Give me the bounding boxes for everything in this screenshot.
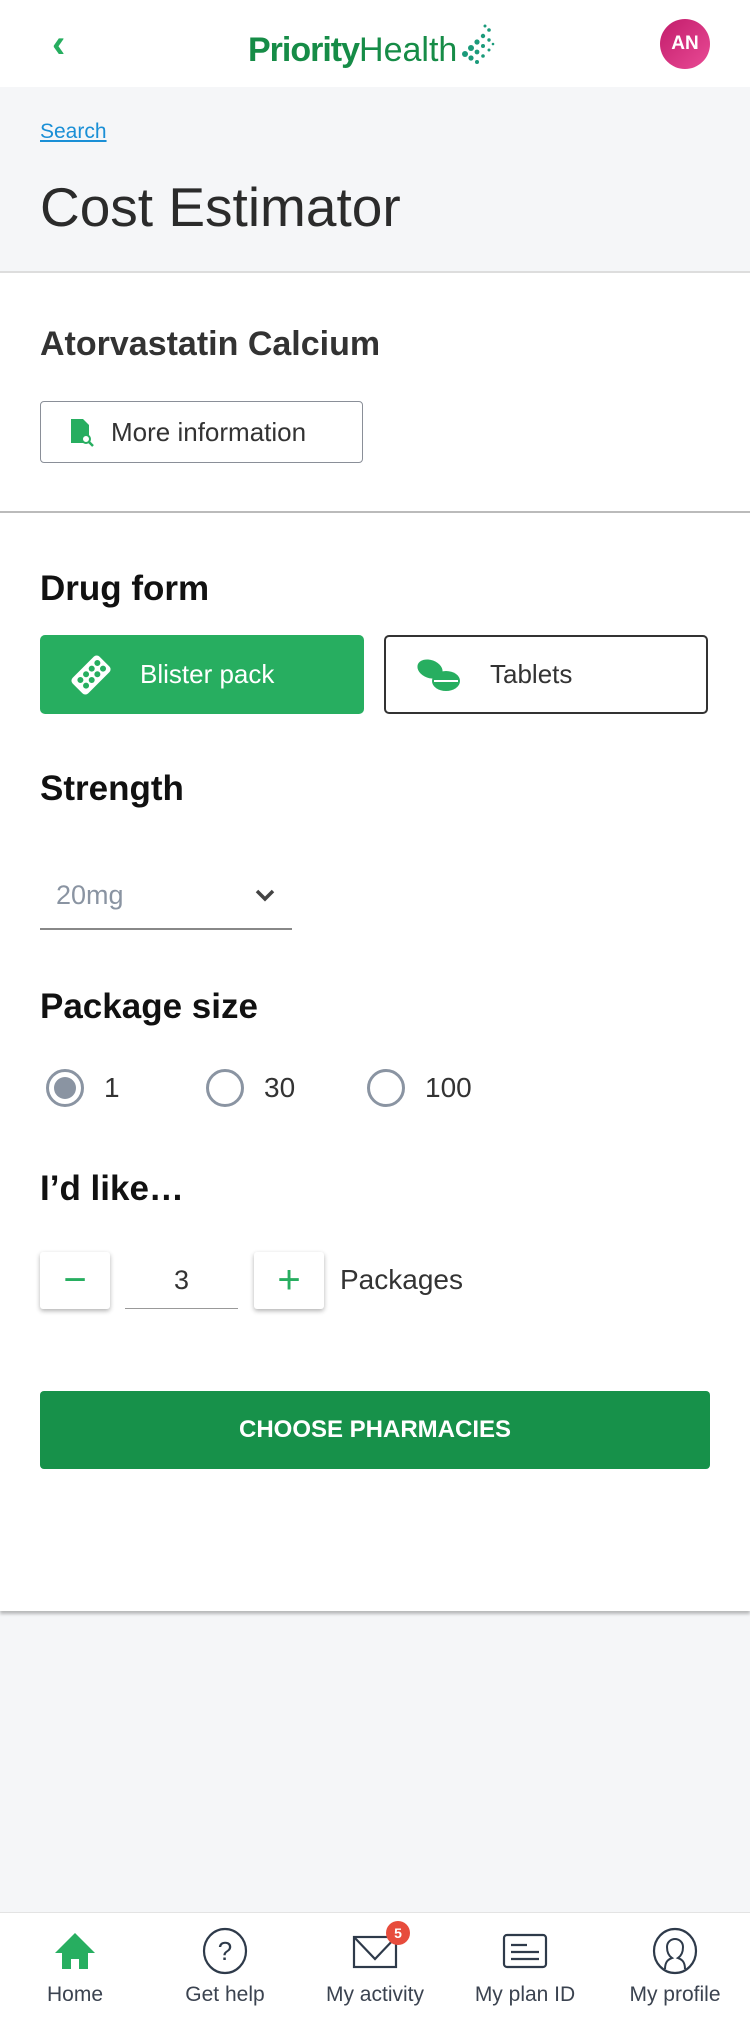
nav-label: Get help [185,1983,265,2006]
avatar[interactable]: AN [660,19,710,69]
quantity-label: I’d like… [40,1169,184,1208]
home-icon [55,1933,95,1969]
tablets-icon [417,658,460,691]
decrement-button[interactable]: − [40,1252,110,1309]
breadcrumb-search-link[interactable]: Search [40,120,107,144]
radio-label: 100 [425,1072,472,1103]
strength-value: 20mg [56,879,124,910]
bottom-nav: Home ? Get help 5 My activity My plan ID… [0,1912,750,2020]
more-information-label: More information [111,416,307,447]
radio-icon [367,1069,405,1107]
back-chevron-icon[interactable]: ‹ [52,24,65,64]
chevron-down-icon [255,889,275,902]
package-size-label: Package size [40,987,258,1026]
tablets-option[interactable]: Tablets [384,635,708,714]
radio-label: 1 [104,1072,120,1103]
nav-label: My activity [325,1983,424,2006]
blister-pack-icon [71,654,111,695]
logo-text-bold: Priority [248,31,360,69]
nav-my-activity[interactable]: 5 My activity [300,1913,450,2020]
svg-text:?: ? [218,1936,232,1966]
id-card-icon [502,1933,548,1969]
tablets-label: Tablets [490,659,573,689]
app-header: ‹ Priority Health AN [0,0,750,87]
radio-selected-icon [46,1069,84,1107]
package-size-radio-100[interactable]: 100 [367,1069,472,1107]
radio-icon [206,1069,244,1107]
profile-icon [652,1927,698,1975]
quantity-unit: Packages [340,1264,463,1295]
question-circle-icon: ? [202,1927,248,1975]
nav-my-profile[interactable]: My profile [600,1913,750,2020]
priority-health-logo: Priority Health [248,10,497,70]
page-title: Cost Estimator [40,176,401,238]
notification-badge: 5 [386,1921,410,1945]
radio-label: 30 [264,1072,296,1103]
strength-select[interactable]: 20mg [40,862,292,930]
logo-dots-icon [462,24,495,64]
logo-text-light: Health [359,31,458,69]
increment-button[interactable]: + [254,1252,324,1309]
document-search-icon [71,419,94,447]
drug-name: Atorvastatin Calcium [40,325,381,363]
blister-pack-label: Blister pack [140,659,275,689]
package-size-radio-30[interactable]: 30 [206,1069,295,1107]
nav-get-help[interactable]: ? Get help [150,1913,300,2020]
blister-pack-option[interactable]: Blister pack [40,635,364,714]
package-size-radio-1[interactable]: 1 [46,1069,120,1107]
nav-home[interactable]: Home [0,1913,150,2020]
strength-label: Strength [40,769,184,808]
estimator-card: Atorvastatin Calcium More information Dr… [0,271,750,1611]
nav-label: My profile [629,1983,721,2006]
more-information-button[interactable]: More information [40,401,363,463]
divider [0,511,750,513]
quantity-input[interactable] [125,1253,238,1309]
nav-label: My plan ID [474,1983,576,2006]
nav-my-plan-id[interactable]: My plan ID [450,1913,600,2020]
nav-label: Home [46,1983,104,2006]
drug-form-label: Drug form [40,569,210,608]
choose-pharmacies-button[interactable]: CHOOSE PHARMACIES [40,1391,710,1469]
